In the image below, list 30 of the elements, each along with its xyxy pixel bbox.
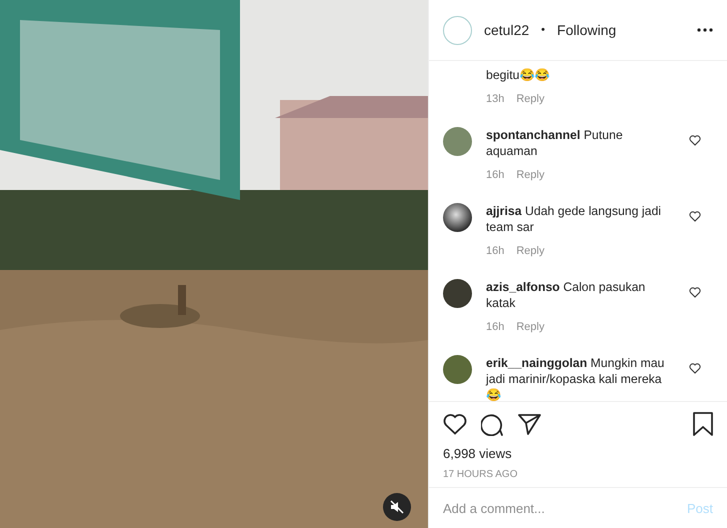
comment-text: azis_alfonso Calon pasukan katak [486,279,646,311]
heart-icon[interactable] [689,287,701,298]
comment-time[interactable]: 13h [486,93,504,105]
post-time: 17 HOURS AGO [443,469,518,480]
heart-icon[interactable] [689,211,701,222]
comment-icon[interactable] [481,412,504,436]
comment-time[interactable]: 16h [486,169,504,181]
avatar[interactable] [443,203,472,232]
bookmark-icon[interactable] [693,412,713,436]
send-icon[interactable] [518,413,541,435]
view-count: 6,998 views [443,446,513,461]
reply-button[interactable]: Reply [516,93,544,105]
reply-button[interactable]: Reply [516,169,544,181]
avatar[interactable] [443,355,472,384]
comment-text: spontanchannel Putune aquaman [486,127,624,159]
reply-button[interactable]: Reply [516,245,544,257]
heart-icon[interactable] [443,413,467,435]
avatar[interactable] [443,279,472,308]
comment-text: erik__nainggolan Mungkin mau jadi marinir/kopaska kali mereka 😂 [486,355,666,401]
more-options-icon[interactable] [697,28,713,32]
separator: • [541,24,546,36]
comment-time[interactable]: 16h [486,245,504,257]
follow-status[interactable]: Following [557,22,616,38]
comment-text: begitu😂😂 [486,67,551,83]
heart-icon[interactable] [689,135,701,146]
reply-button[interactable]: Reply [516,321,544,333]
comment-time[interactable]: 16h [486,321,504,333]
heart-icon[interactable] [689,363,701,374]
comment-text: ajjrisa Udah gede langsung jadi team sar [486,203,662,235]
username[interactable]: cetul22 [484,22,530,38]
